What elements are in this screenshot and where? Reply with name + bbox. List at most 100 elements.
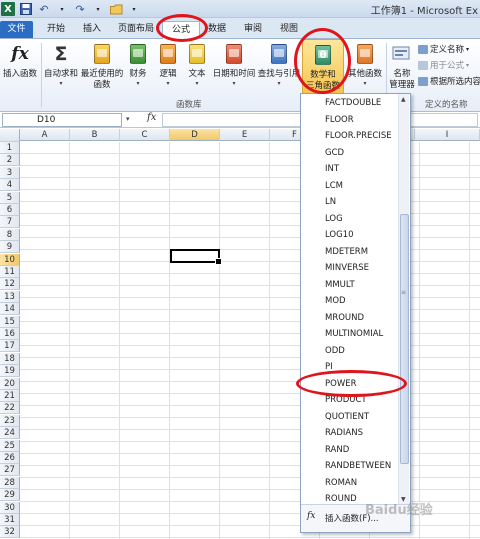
row-header[interactable]: 21 bbox=[0, 390, 20, 402]
function-item-odd[interactable]: ODD bbox=[325, 343, 345, 360]
tab-home[interactable]: 开始 bbox=[40, 21, 72, 38]
row-header[interactable]: 31 bbox=[0, 514, 20, 526]
undo-dropdown-icon[interactable]: ▾ bbox=[55, 2, 69, 16]
scrollbar-thumb[interactable] bbox=[400, 214, 409, 464]
financial-button[interactable]: 财务 ▾ bbox=[126, 41, 150, 87]
row-header[interactable]: 23 bbox=[0, 414, 20, 427]
row-header[interactable]: 29 bbox=[0, 489, 20, 502]
column-header[interactable]: C bbox=[120, 129, 170, 141]
function-item-log[interactable]: LOG bbox=[325, 211, 343, 228]
function-item-mmult[interactable]: MMULT bbox=[325, 277, 355, 294]
function-item-multinomial[interactable]: MULTINOMIAL bbox=[325, 326, 383, 343]
row-header[interactable]: 22 bbox=[0, 402, 20, 415]
chevron-down-icon[interactable]: ▾ bbox=[126, 115, 130, 123]
function-item-quotient[interactable]: QUOTIENT bbox=[325, 409, 369, 426]
row-header[interactable]: 25 bbox=[0, 439, 20, 452]
name-box[interactable]: D10 bbox=[2, 113, 122, 127]
row-header[interactable]: 16 bbox=[0, 328, 20, 340]
row-header[interactable]: 11 bbox=[0, 266, 20, 278]
row-header[interactable]: 12 bbox=[0, 278, 20, 291]
row-header[interactable]: 6 bbox=[0, 204, 20, 216]
use-in-formula-button[interactable]: 用于公式 ▾ bbox=[418, 59, 469, 71]
row-header[interactable]: 1 bbox=[0, 142, 20, 154]
row-header[interactable]: 20 bbox=[0, 377, 20, 390]
row-header[interactable]: 4 bbox=[0, 179, 20, 192]
date-time-button[interactable]: 日期和时间 ▾ bbox=[212, 41, 256, 87]
function-item-int[interactable]: INT bbox=[325, 161, 339, 178]
row-header[interactable]: 26 bbox=[0, 452, 20, 464]
column-header[interactable]: E bbox=[220, 129, 270, 141]
recent-functions-button[interactable]: 最近使用的 函数 bbox=[80, 41, 124, 91]
customize-qat-icon[interactable]: ▾ bbox=[127, 2, 141, 16]
math-trig-button[interactable]: θ 数学和 三角函数 bbox=[302, 39, 344, 94]
autosum-button[interactable]: Σ 自动求和 ▾ bbox=[43, 41, 79, 87]
tab-view[interactable]: 视图 bbox=[275, 21, 303, 38]
function-item-log10[interactable]: LOG10 bbox=[325, 227, 354, 244]
select-all-corner[interactable] bbox=[0, 129, 20, 142]
row-header[interactable]: 27 bbox=[0, 464, 20, 477]
save-icon[interactable] bbox=[19, 2, 33, 16]
cell-grid[interactable] bbox=[20, 142, 480, 539]
function-item-floor[interactable]: FLOOR bbox=[325, 112, 354, 129]
row-header[interactable]: 2 bbox=[0, 154, 20, 167]
function-item-floor-precise[interactable]: FLOOR.PRECISE bbox=[325, 128, 392, 145]
excel-logo-icon[interactable]: X bbox=[1, 2, 15, 16]
function-item-gcd[interactable]: GCD bbox=[325, 145, 344, 162]
column-header[interactable]: I bbox=[415, 129, 480, 141]
insert-function-button[interactable]: fx 插入函数 bbox=[2, 41, 38, 80]
function-item-rand[interactable]: RAND bbox=[325, 442, 349, 459]
function-item-ln[interactable]: LN bbox=[325, 194, 336, 211]
row-header[interactable]: 32 bbox=[0, 526, 20, 539]
row-header[interactable]: 3 bbox=[0, 166, 20, 179]
tab-review[interactable]: 审阅 bbox=[239, 21, 267, 38]
function-item-power[interactable]: POWER bbox=[325, 376, 357, 393]
fx-icon[interactable]: fx bbox=[147, 112, 156, 123]
redo-dropdown-icon[interactable]: ▾ bbox=[91, 2, 105, 16]
tab-file[interactable]: 文件 bbox=[0, 21, 33, 38]
tab-insert[interactable]: 插入 bbox=[78, 21, 106, 38]
function-item-radians[interactable]: RADIANS bbox=[325, 425, 363, 442]
function-item-lcm[interactable]: LCM bbox=[325, 178, 343, 195]
tab-data[interactable]: 数据 bbox=[203, 21, 231, 38]
row-header[interactable]: 30 bbox=[0, 501, 20, 514]
row-header[interactable]: 24 bbox=[0, 427, 20, 440]
column-header[interactable]: B bbox=[70, 129, 120, 141]
row-header[interactable]: 28 bbox=[0, 476, 20, 489]
text-button[interactable]: 文本 ▾ bbox=[185, 41, 209, 87]
row-header[interactable]: 13 bbox=[0, 290, 20, 303]
row-header[interactable]: 17 bbox=[0, 340, 20, 353]
row-header[interactable]: 14 bbox=[0, 303, 20, 316]
function-item-mround[interactable]: MROUND bbox=[325, 310, 364, 327]
function-item-mod[interactable]: MOD bbox=[325, 293, 346, 310]
function-item-pi[interactable]: PI bbox=[325, 359, 333, 376]
redo-icon[interactable]: ↷ bbox=[73, 2, 87, 16]
create-from-selection-button[interactable]: 根据所选内容 bbox=[418, 75, 480, 87]
function-item-roman[interactable]: ROMAN bbox=[325, 475, 357, 492]
function-item-product[interactable]: PRODUCT bbox=[325, 392, 367, 409]
column-header[interactable]: A bbox=[20, 129, 70, 141]
function-item-randbetween[interactable]: RANDBETWEEN bbox=[325, 458, 391, 475]
row-header[interactable]: 5 bbox=[0, 191, 20, 204]
scroll-up-icon[interactable]: ▲ bbox=[401, 96, 406, 103]
row-header[interactable]: 15 bbox=[0, 315, 20, 328]
column-header[interactable]: D bbox=[170, 129, 220, 141]
function-item-mdeterm[interactable]: MDETERM bbox=[325, 244, 368, 261]
row-header[interactable]: 18 bbox=[0, 352, 20, 365]
tab-page-layout[interactable]: 页面布局 bbox=[113, 21, 159, 38]
row-header[interactable]: 8 bbox=[0, 228, 20, 241]
selected-cell-d10[interactable] bbox=[170, 249, 222, 265]
function-item-minverse[interactable]: MINVERSE bbox=[325, 260, 369, 277]
logical-button[interactable]: 逻辑 ▾ bbox=[156, 41, 180, 87]
dropdown-scrollbar[interactable]: ▲ ≡ ▼ bbox=[398, 94, 409, 505]
row-header[interactable]: 9 bbox=[0, 241, 20, 254]
row-header[interactable]: 7 bbox=[0, 216, 20, 229]
more-functions-button[interactable]: 其他函数 ▾ bbox=[345, 41, 385, 87]
name-manager-button[interactable]: 名称 管理器 bbox=[388, 41, 416, 91]
row-header[interactable]: 10 bbox=[0, 253, 20, 266]
function-item-factdouble[interactable]: FACTDOUBLE bbox=[325, 95, 381, 112]
define-name-button[interactable]: 定义名称 ▾ bbox=[418, 43, 469, 55]
open-folder-icon[interactable] bbox=[109, 2, 123, 16]
row-header[interactable]: 19 bbox=[0, 365, 20, 378]
undo-icon[interactable]: ↶ bbox=[37, 2, 51, 16]
lookup-reference-button[interactable]: 查找与引用 ▾ bbox=[257, 41, 301, 87]
